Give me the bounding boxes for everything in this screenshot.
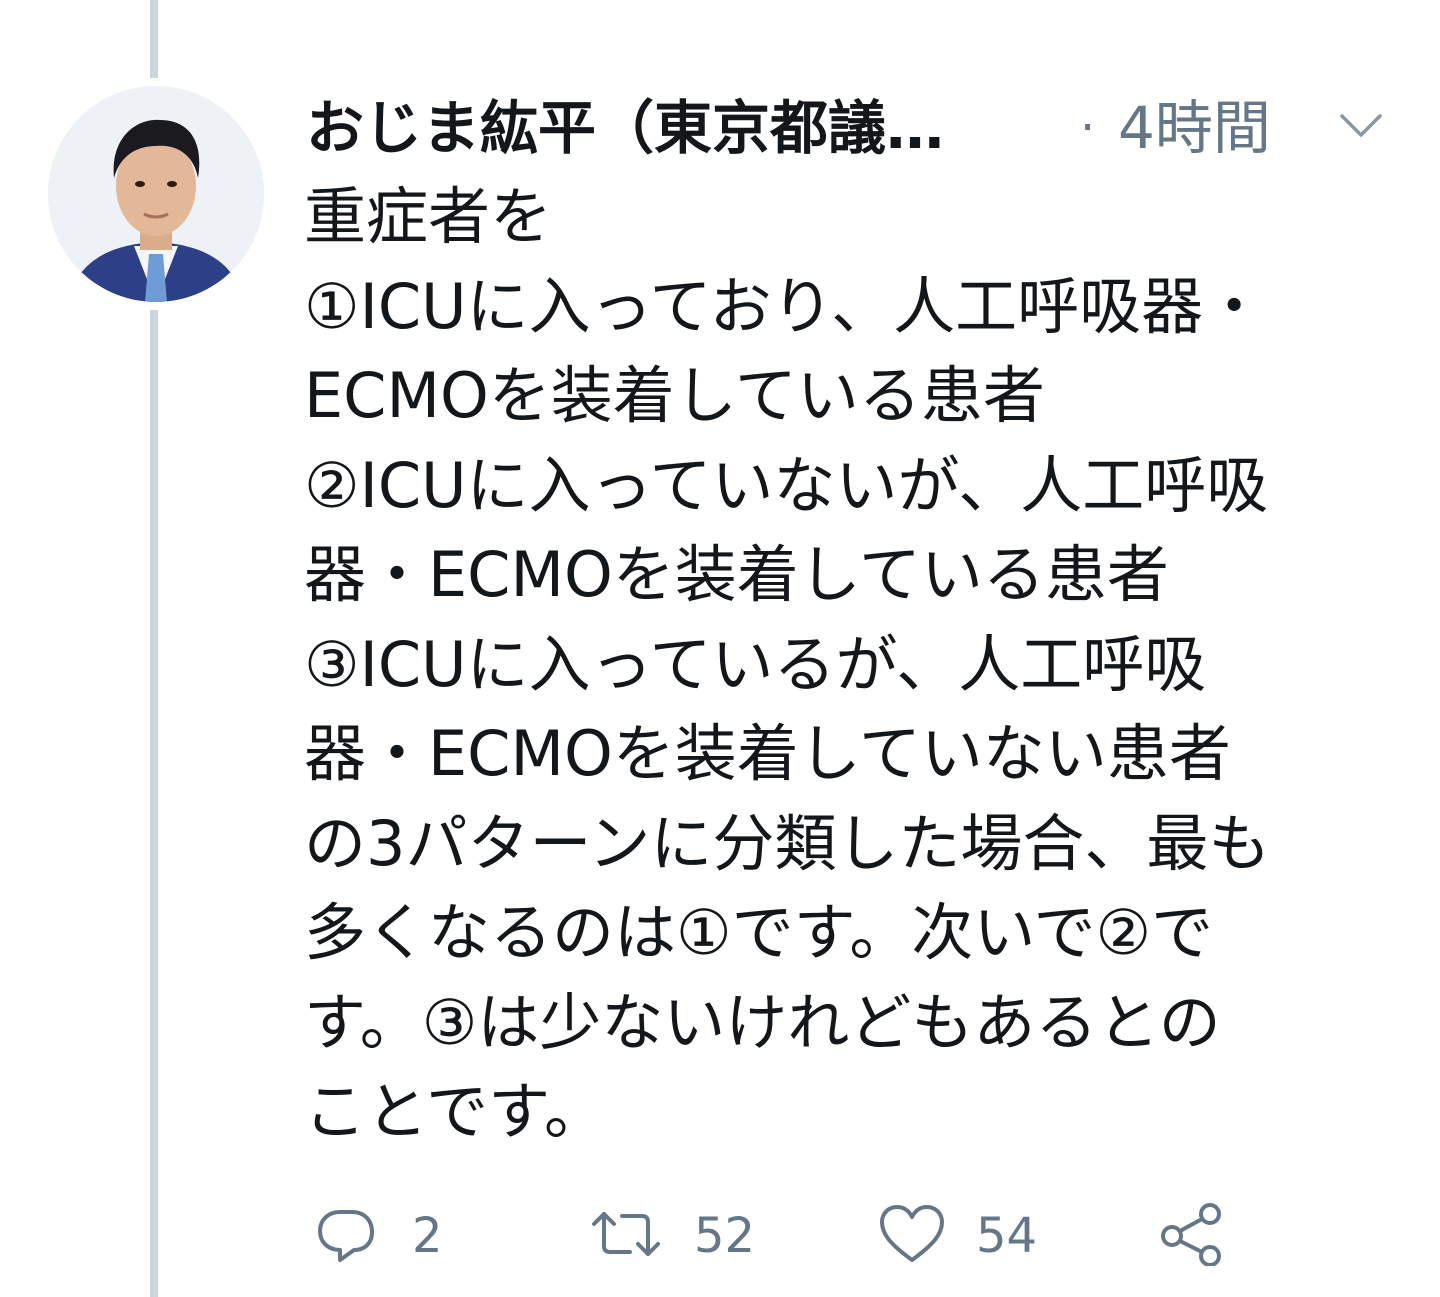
tweet-actions: 2 52 54 (300, 1196, 1400, 1276)
chevron-down-icon[interactable] (1336, 100, 1386, 150)
avatar-image (48, 86, 264, 302)
like-button[interactable]: 54 (876, 1196, 1056, 1276)
retweet-icon (586, 1202, 666, 1270)
thread-line-bottom (150, 310, 158, 1297)
avatar[interactable] (48, 86, 264, 302)
retweet-button[interactable]: 52 (586, 1196, 766, 1276)
header-separator: · (1080, 100, 1096, 156)
like-icon (876, 1202, 948, 1270)
share-icon (1158, 1202, 1228, 1270)
author-display-name[interactable]: おじま紘平（東京都議… (306, 90, 944, 166)
thread-line-top (150, 0, 158, 78)
retweet-count: 52 (694, 1208, 756, 1264)
reply-button[interactable]: 2 (314, 1196, 454, 1276)
like-count: 54 (976, 1208, 1038, 1264)
reply-icon (314, 1202, 378, 1270)
reply-count: 2 (412, 1208, 443, 1264)
tweet-header: おじま紘平（東京都議… · 4時間 (306, 88, 1416, 168)
share-button[interactable] (1158, 1196, 1238, 1276)
tweet-text: 重症者を ①ICUに入っており、人工呼吸器・ ECMOを装着している患者 ②IC… (304, 180, 1271, 1148)
tweet-timestamp[interactable]: 4時間 (1118, 90, 1271, 166)
